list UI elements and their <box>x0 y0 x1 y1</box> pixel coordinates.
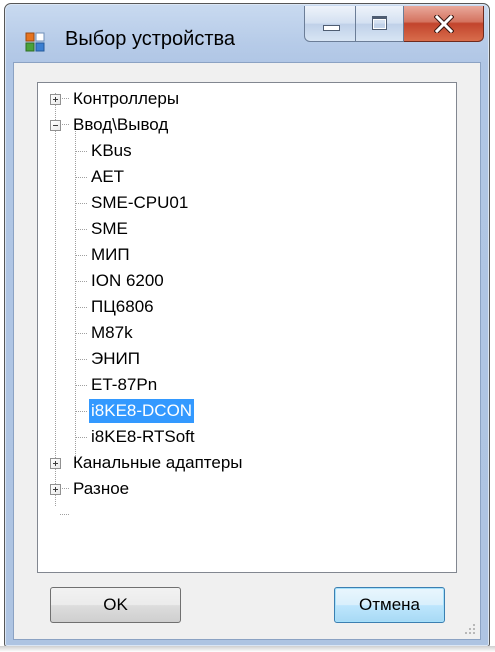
caption-buttons <box>304 6 484 44</box>
tree-node-et-87pn[interactable]: ET-87Pn <box>89 373 159 397</box>
tree-node-мип[interactable]: МИП <box>89 243 132 267</box>
minimize-icon <box>323 25 340 31</box>
tree-node-контроллеры[interactable]: Контроллеры <box>71 87 181 111</box>
cancel-button[interactable]: Отмена <box>334 587 445 623</box>
tree-node-ввод-вывод[interactable]: Ввод\Вывод <box>71 113 170 137</box>
expand-toggle-icon[interactable] <box>50 484 61 495</box>
tree-node-sme-cpu01[interactable]: SME-CPU01 <box>89 191 190 215</box>
maximize-button[interactable] <box>356 6 404 42</box>
tree-node-энип[interactable]: ЭНИП <box>89 347 142 371</box>
title-bar[interactable]: Выбор устройства <box>5 4 489 62</box>
tree-node-i8ke8-rtsoft[interactable]: i8KE8-RTSoft <box>89 425 197 449</box>
tree-node-ion-6200[interactable]: ION 6200 <box>89 269 166 293</box>
tree-node-пц6806[interactable]: ПЦ6806 <box>89 295 156 319</box>
dialog-client-area: Контроллеры Ввод\Вывод KBus AET SME-CPU01 SME… <box>13 62 481 640</box>
tree-node-kbus[interactable]: KBus <box>89 139 134 163</box>
minimize-button[interactable] <box>304 6 356 42</box>
tree-node-разное[interactable]: Разное <box>71 477 131 501</box>
tree-node-aet[interactable]: AET <box>89 165 126 189</box>
maximize-icon <box>372 16 387 30</box>
window-shadow <box>0 646 495 652</box>
collapse-toggle-icon[interactable] <box>50 120 61 131</box>
device-selection-dialog: Выбор устройства Контроллеры Ввод\Вывод … <box>4 3 490 647</box>
ok-button[interactable]: OK <box>50 587 181 623</box>
tree-node-sme[interactable]: SME <box>89 217 130 241</box>
resize-grip-icon[interactable] <box>464 623 476 635</box>
close-button[interactable] <box>404 6 484 42</box>
app-icon <box>25 32 45 52</box>
device-tree-view[interactable]: Контроллеры Ввод\Вывод KBus AET SME-CPU01 SME… <box>37 82 457 573</box>
expand-toggle-icon[interactable] <box>50 458 61 469</box>
tree-node-m87k[interactable]: M87k <box>89 321 135 345</box>
tree-node-i8ke8-dcon[interactable]: i8KE8-DCON <box>89 399 195 423</box>
window-title: Выбор устройства <box>65 28 236 50</box>
expand-toggle-icon[interactable] <box>50 94 61 105</box>
close-icon <box>404 6 483 41</box>
tree-node-канальные-адаптеры[interactable]: Канальные адаптеры <box>71 451 245 475</box>
